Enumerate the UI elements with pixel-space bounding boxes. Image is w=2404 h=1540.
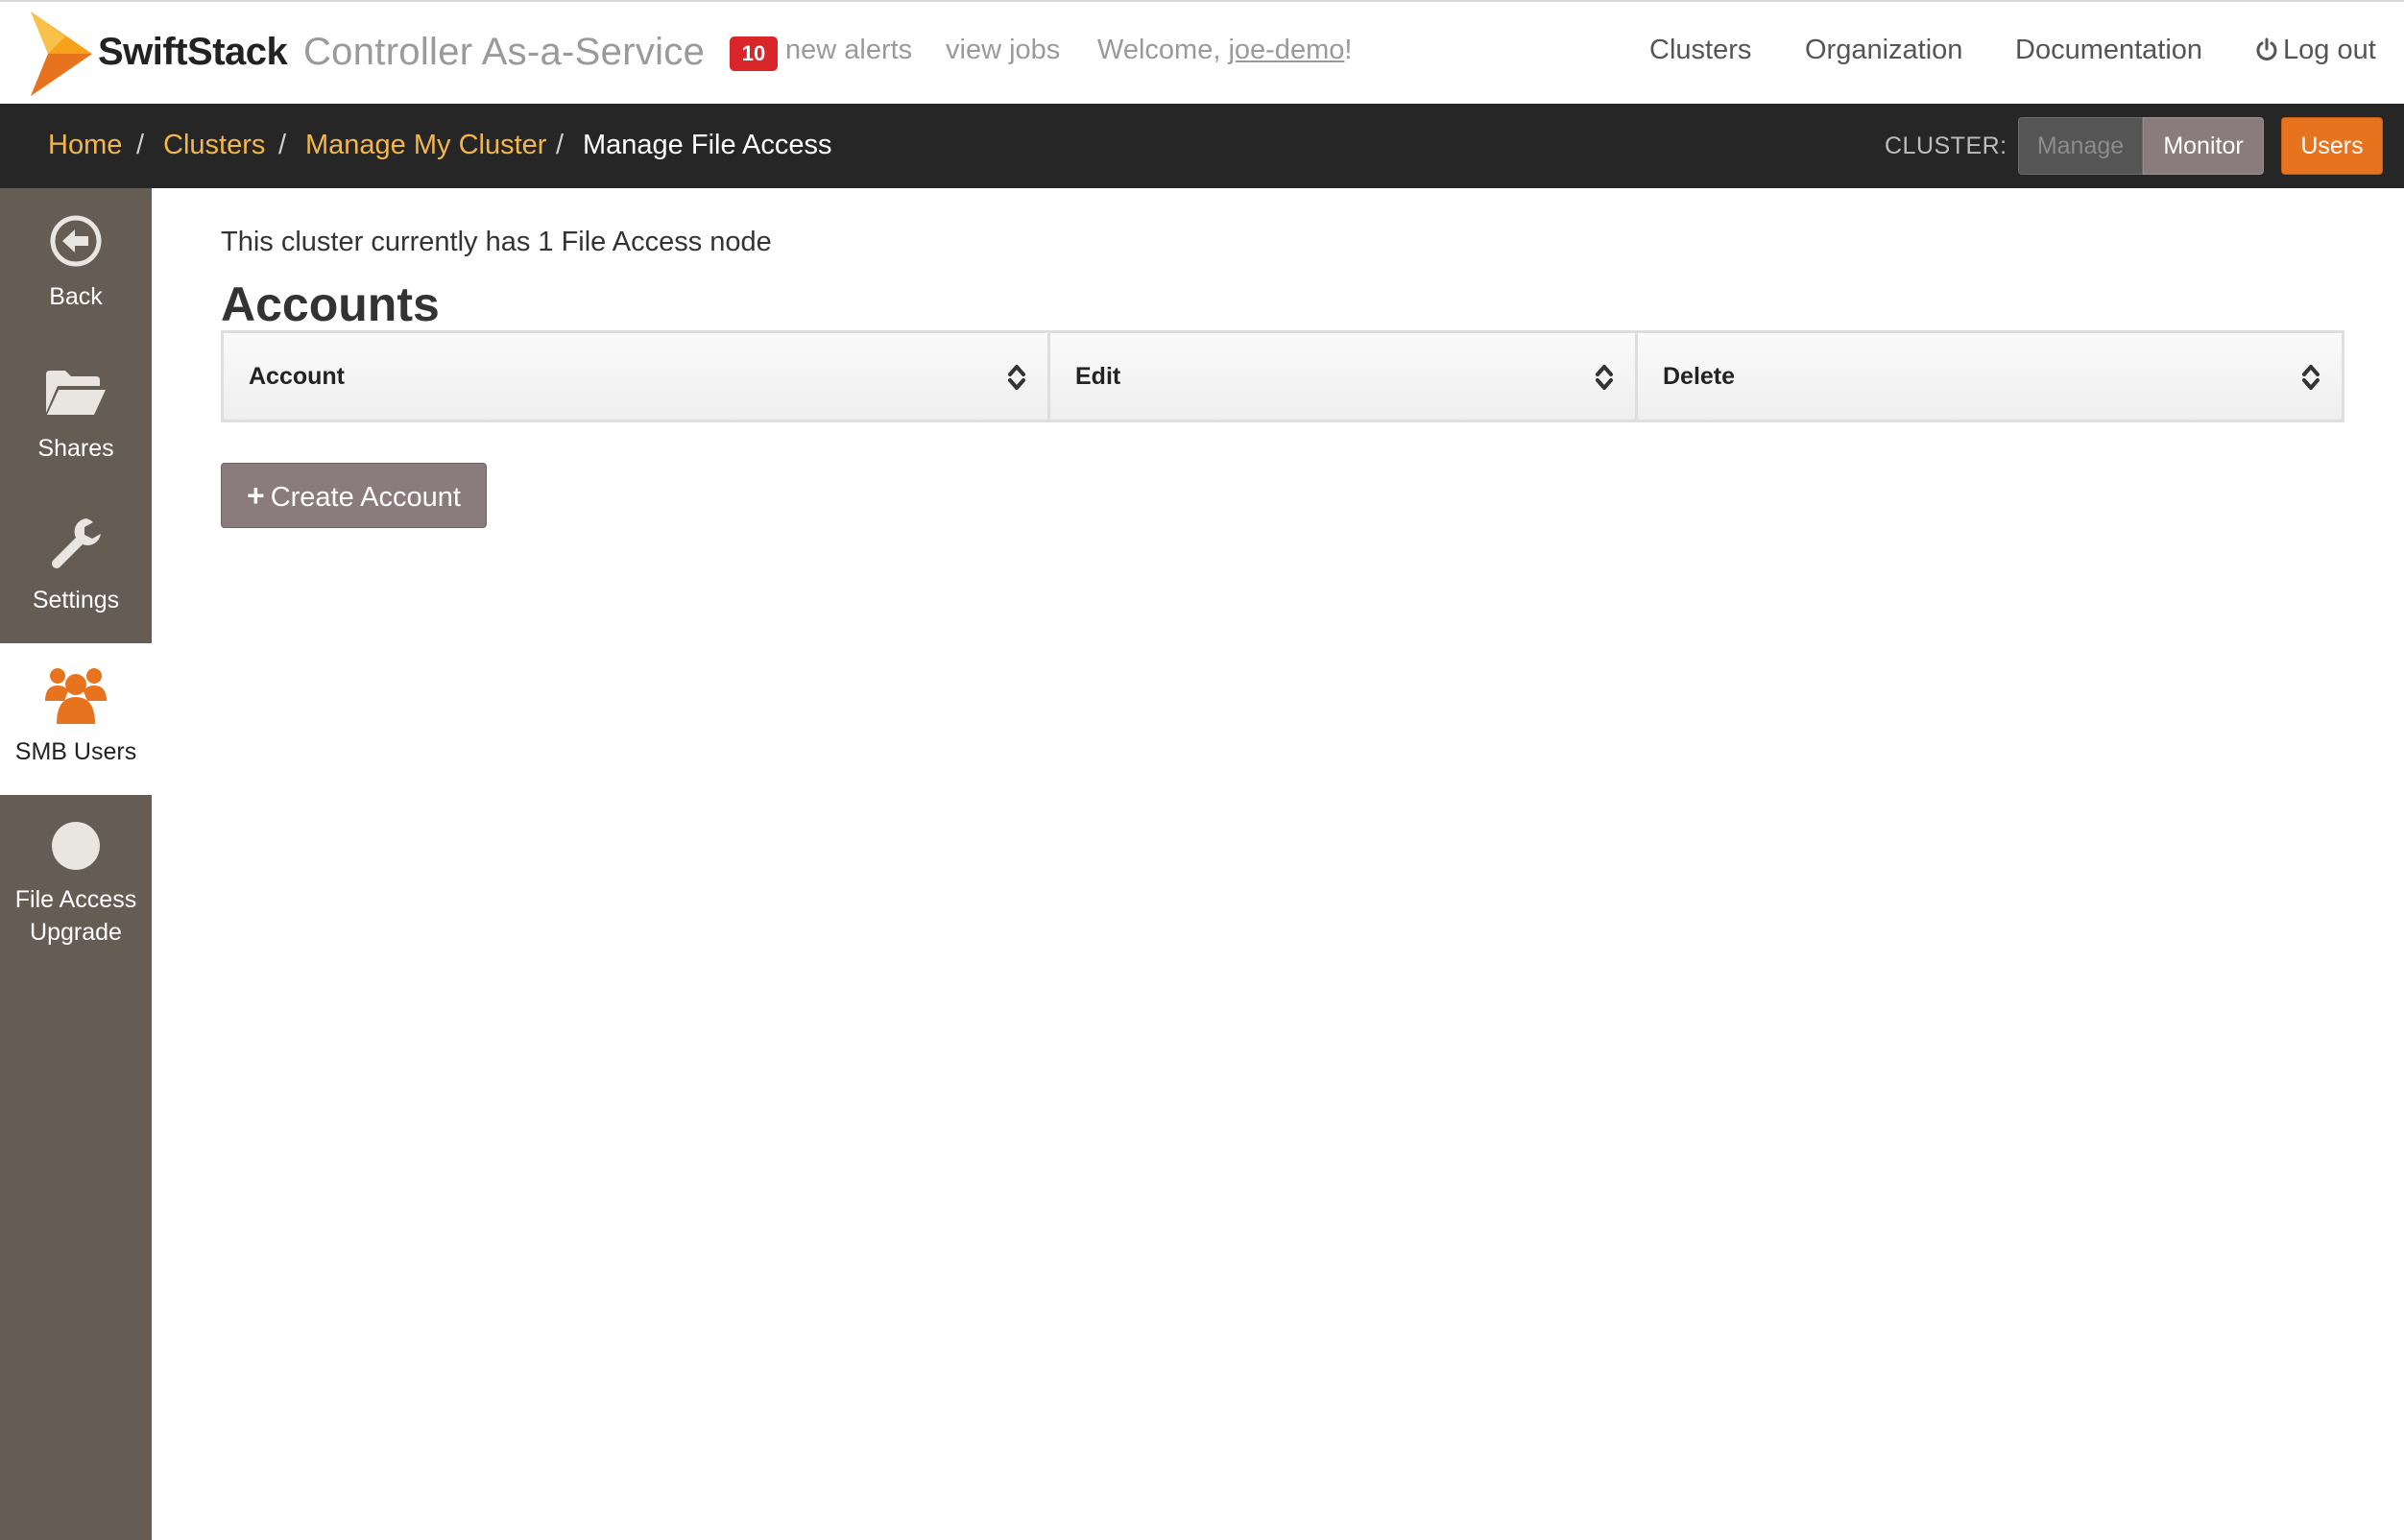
user-profile-link[interactable]: joe-demo [1228,35,1344,65]
brand-name[interactable]: SwiftStack [98,31,288,74]
breadcrumb-separator: / [556,130,565,160]
sidebar-item-label: Shares [37,435,114,462]
breadcrumb-current: Manage File Access [583,130,832,160]
column-header-account[interactable]: Account [224,333,1047,420]
sort-icon [1008,365,1025,390]
accounts-table: Account Edit Delete [221,330,2344,422]
welcome-suffix: ! [1344,35,1353,65]
breadcrumb-bar: Home / Clusters / Manage My Cluster / Ma… [0,104,2404,188]
cluster-manage-button[interactable]: Manage [2018,117,2143,175]
breadcrumb-clusters[interactable]: Clusters [163,130,265,161]
column-header-label: Edit [1075,363,1121,390]
sidebar-item-file-access-upgrade[interactable]: File Access Upgrade [0,795,152,977]
welcome-message: Welcome, joe-demo! [1097,35,1352,66]
nav-clusters[interactable]: Clusters [1649,35,1751,66]
circle-icon [52,822,100,870]
cluster-users-button[interactable]: Users [2281,117,2383,175]
plus-icon: + [247,478,265,513]
column-header-delete[interactable]: Delete [1635,333,2342,420]
sidebar-item-back[interactable]: Back [0,188,152,340]
sidebar-item-label: Back [49,283,103,310]
top-bar: SwiftStack Controller As-a-Service 10 ne… [0,0,2404,104]
sidebar-item-smb-users[interactable]: SMB Users [0,643,152,795]
sidebar-item-label: SMB Users [14,738,137,765]
breadcrumb-home[interactable]: Home [48,130,122,161]
logout-label: Log out [2283,35,2376,65]
sort-icon [2302,365,2320,390]
sidebar-item-label: Upgrade [30,919,122,946]
back-circle-arrow-icon [50,215,102,267]
cluster-monitor-button[interactable]: Monitor [2143,117,2264,175]
sidebar: Back Shares Settings SMB Users File Acce… [0,188,152,1540]
breadcrumb-separator: / [278,130,287,160]
column-header-edit[interactable]: Edit [1047,333,1635,420]
sidebar-item-shares[interactable]: Shares [0,340,152,492]
users-group-icon [45,668,107,724]
power-icon [2256,37,2277,60]
nav-organization[interactable]: Organization [1805,35,1962,66]
file-access-node-info: This cluster currently has 1 File Access… [221,227,772,257]
breadcrumb-separator: / [136,130,145,160]
cluster-label: CLUSTER: [1885,132,2007,159]
welcome-prefix: Welcome, [1097,35,1229,65]
swiftstack-logo-icon[interactable] [27,12,92,96]
folder-open-icon [46,371,106,415]
sort-icon [1596,365,1613,390]
column-header-label: Delete [1663,363,1736,390]
alerts-count-badge[interactable]: 10 [730,36,778,71]
product-name: Controller As-a-Service [303,31,706,73]
logout-link[interactable]: Log out [2254,35,2376,66]
view-jobs-link[interactable]: view jobs [946,35,1060,66]
sidebar-item-label: File Access [14,886,137,913]
create-account-label: Create Account [270,482,461,513]
wrench-icon [52,518,101,568]
breadcrumb-manage-my-cluster[interactable]: Manage My Cluster [305,130,546,161]
sidebar-item-label: Settings [32,587,120,614]
nav-documentation[interactable]: Documentation [2015,35,2202,66]
create-account-button[interactable]: + Create Account [221,463,487,528]
alerts-link[interactable]: new alerts [785,35,912,66]
sidebar-item-settings[interactable]: Settings [0,492,152,643]
page-title: Accounts [221,277,440,331]
column-header-label: Account [249,363,345,390]
